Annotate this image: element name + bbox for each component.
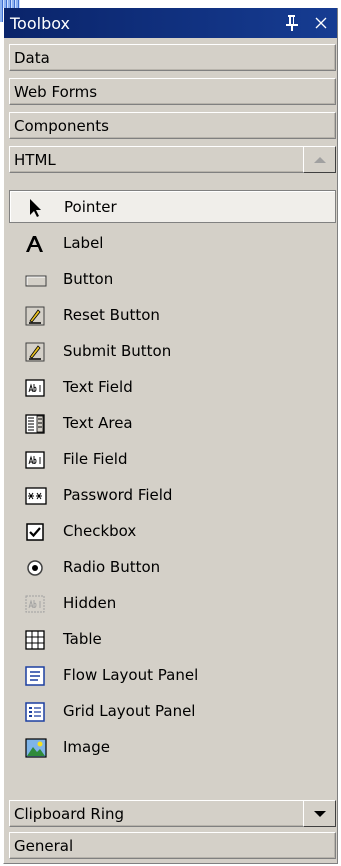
- tab-html[interactable]: HTML: [9, 146, 336, 173]
- password-field-icon: [25, 486, 47, 506]
- image-icon: [25, 738, 47, 758]
- tool-label: Text Field: [63, 378, 133, 396]
- text-area-icon: [25, 414, 45, 434]
- tool-label: Submit Button: [63, 342, 172, 360]
- label-a-icon: [25, 234, 45, 254]
- tool-label: Radio Button: [63, 558, 161, 576]
- tool-item-button[interactable]: Button: [9, 263, 336, 296]
- tool-label: Grid Layout Panel: [63, 702, 196, 720]
- tool-label: Pointer: [64, 198, 117, 216]
- pointer-arrow-icon: [26, 198, 46, 218]
- tool-label: Reset Button: [63, 306, 160, 324]
- tool-item-label[interactable]: Label: [9, 227, 336, 260]
- tool-label: Flow Layout Panel: [63, 666, 199, 684]
- button-icon: [25, 270, 47, 290]
- submit-button-icon: [25, 342, 45, 362]
- hidden-field-icon: [25, 594, 45, 614]
- tool-label: Label: [63, 234, 104, 252]
- tab-components[interactable]: Components: [9, 112, 336, 139]
- file-field-icon: [25, 450, 45, 470]
- tool-label: Image: [63, 738, 110, 756]
- tab-label: Data: [14, 49, 50, 67]
- html-tools-list: Pointer Label Button Reset Button Submit…: [9, 186, 336, 770]
- radio-button-icon: [25, 558, 45, 578]
- tool-item-file-field[interactable]: File Field: [9, 443, 336, 476]
- tool-label: Password Field: [63, 486, 173, 504]
- tab-label: Web Forms: [14, 83, 98, 101]
- text-field-icon: [25, 378, 45, 398]
- tool-item-hidden[interactable]: Hidden: [9, 587, 336, 620]
- checkbox-icon: [25, 522, 45, 542]
- tool-item-text-area[interactable]: Text Area: [9, 407, 336, 440]
- pushpin-icon[interactable]: [285, 14, 299, 32]
- tool-item-image[interactable]: Image: [9, 731, 336, 764]
- tool-item-text-field[interactable]: Text Field: [9, 371, 336, 404]
- tool-label: Table: [63, 630, 102, 648]
- toolbox-title: Toolbox: [10, 14, 70, 33]
- tool-item-password-field[interactable]: Password Field: [9, 479, 336, 512]
- scroll-up-button[interactable]: [303, 146, 336, 173]
- toolbox-panel: Toolbox Data Web Forms Components HTML P…: [3, 8, 338, 864]
- tool-item-pointer[interactable]: Pointer: [9, 190, 336, 223]
- tab-web-forms[interactable]: Web Forms: [9, 78, 336, 105]
- tab-general[interactable]: General: [9, 832, 336, 859]
- tab-data[interactable]: Data: [9, 44, 336, 71]
- tool-item-checkbox[interactable]: Checkbox: [9, 515, 336, 548]
- tab-label: General: [14, 837, 74, 855]
- tool-item-grid-layout-panel[interactable]: Grid Layout Panel: [9, 695, 336, 728]
- close-icon[interactable]: [313, 14, 329, 32]
- tab-label: Clipboard Ring: [14, 805, 125, 823]
- tab-label: Components: [14, 117, 109, 135]
- tool-item-radio-button[interactable]: Radio Button: [9, 551, 336, 584]
- toolbox-titlebar[interactable]: Toolbox: [4, 8, 337, 38]
- table-icon: [25, 630, 45, 650]
- tool-item-submit-button[interactable]: Submit Button: [9, 335, 336, 368]
- tool-label: File Field: [63, 450, 128, 468]
- tool-label: Button: [63, 270, 114, 288]
- tool-item-flow-layout-panel[interactable]: Flow Layout Panel: [9, 659, 336, 692]
- tab-label: HTML: [14, 151, 56, 169]
- grid-layout-panel-icon: [25, 702, 45, 722]
- tool-item-table[interactable]: Table: [9, 623, 336, 656]
- reset-button-icon: [25, 306, 45, 326]
- scroll-down-button[interactable]: [303, 800, 336, 827]
- tab-clipboard-ring[interactable]: Clipboard Ring: [9, 800, 336, 827]
- tool-label: Text Area: [63, 414, 133, 432]
- flow-layout-panel-icon: [25, 666, 45, 686]
- tool-label: Checkbox: [63, 522, 137, 540]
- tool-label: Hidden: [63, 594, 117, 612]
- tool-item-reset-button[interactable]: Reset Button: [9, 299, 336, 332]
